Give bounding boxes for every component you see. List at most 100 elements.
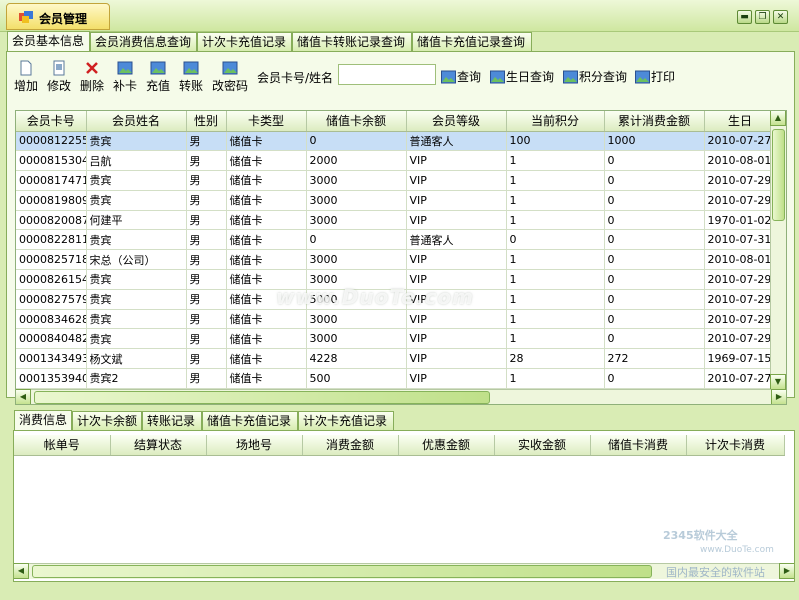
tab-consumption-info[interactable]: 消费信息 — [14, 410, 72, 431]
table-cell: 100 — [506, 131, 605, 152]
table-cell: 0000840482 — [16, 328, 87, 350]
table-cell: 2010-07-29 — [704, 289, 777, 310]
table-cell: 2010-07-27 — [704, 368, 777, 389]
add-button[interactable]: 增加 — [14, 60, 38, 94]
table-row[interactable]: 0000820087 何建平男储值卡 3000 VIP 1 0 1970-01-02 — [16, 210, 777, 231]
scroll-left-arrow[interactable]: ◀ — [16, 389, 31, 404]
birthday-query-button[interactable]: 生日查询 — [490, 68, 554, 85]
consumption-table[interactable]: 帐单号 结算状态 场地号 消费金额 优惠金额 实收金额 储值卡消费 计次卡消费 … — [13, 430, 795, 582]
restore-button[interactable]: ❐ — [755, 10, 770, 24]
table-cell: 2010-07-27 — [704, 131, 777, 152]
column-header[interactable]: 消费金额 — [302, 435, 399, 456]
column-header[interactable]: 性别 — [186, 111, 227, 132]
points-query-button[interactable]: 积分查询 — [563, 68, 627, 85]
scroll-left-arrow[interactable]: ◀ — [14, 563, 29, 579]
table-row[interactable]: 0000834628 贵宾男储值卡 3000 VIP 1 0 2010-07-29 — [16, 309, 777, 330]
tab-count-card-balance[interactable]: 计次卡余额 — [72, 411, 142, 431]
table-cell: 男 — [186, 328, 227, 350]
table-cell: 储值卡 — [226, 368, 307, 389]
scroll-up-arrow[interactable]: ▲ — [770, 111, 786, 126]
table-cell: 男 — [186, 190, 227, 211]
tab-stored-card-recharge[interactable]: 储值卡充值记录 — [202, 411, 298, 431]
members-horizontal-scrollbar[interactable]: ◀ ▶ — [16, 389, 786, 404]
members-table[interactable]: 会员卡号 会员姓名 性别 卡类型 储值卡余额 会员等级 当前积分 累计消费金额 … — [15, 110, 787, 405]
close-button[interactable]: ✕ — [773, 10, 788, 24]
table-row[interactable]: 0000840482 贵宾男储值卡 3000 VIP 1 0 2010-07-29 — [16, 328, 777, 350]
picture-icon — [490, 70, 505, 84]
picture-icon — [117, 61, 133, 75]
table-row[interactable]: 0000822811 贵宾男储值卡 0 普通客人 0 0 2010-07-31 — [16, 229, 777, 251]
tab-count-card-recharge[interactable]: 计次卡充值记录 — [197, 32, 292, 52]
column-header[interactable]: 会员姓名 — [86, 111, 187, 132]
scroll-down-arrow[interactable]: ▼ — [770, 374, 786, 390]
picture-icon — [563, 70, 578, 84]
column-header[interactable]: 结算状态 — [110, 435, 207, 456]
table-cell: 贵宾 — [86, 269, 187, 290]
table-row[interactable]: 0000812255 贵宾男储值卡 0 普通客人 100 1000 2010-07-27 — [16, 131, 777, 152]
table-cell: 储值卡 — [226, 170, 307, 191]
column-header[interactable]: 场地号 — [206, 435, 303, 456]
app-title-tab: 会员管理 — [6, 3, 110, 30]
tab-count-card-recharge-records[interactable]: 计次卡充值记录 — [298, 411, 394, 431]
scroll-thumb[interactable] — [32, 565, 652, 578]
change-password-button[interactable]: 改密码 — [212, 60, 248, 94]
tab-consumption-query[interactable]: 会员消费信息查询 — [90, 32, 197, 52]
query-button[interactable]: 查询 — [441, 68, 481, 85]
member-info-panel: 增加 修改 删除 补卡 充值 转账 改密码 会员卡号/姓名 查询 生日查询 积分… — [6, 51, 795, 405]
edit-button[interactable]: 修改 — [47, 60, 71, 94]
column-header[interactable]: 储值卡消费 — [590, 435, 687, 456]
reissue-card-button[interactable]: 补卡 — [113, 60, 137, 94]
table-row[interactable]: 0001343493 杨文斌男储值卡 4228 VIP 28 272 1969-07-15 — [16, 348, 777, 370]
table-cell: 0 — [604, 289, 705, 310]
column-header[interactable]: 优惠金额 — [398, 435, 495, 456]
scroll-right-arrow[interactable]: ▶ — [771, 389, 786, 404]
tab-transfer-query[interactable]: 储值卡转账记录查询 — [292, 32, 412, 52]
table-cell: 0 — [604, 328, 705, 350]
transfer-button[interactable]: 转账 — [179, 60, 203, 94]
scroll-thumb[interactable] — [34, 391, 490, 404]
tab-transfer-records[interactable]: 转账记录 — [142, 411, 202, 431]
delete-x-icon — [86, 62, 98, 74]
watermark-text: www.DuoTe.com — [276, 285, 474, 309]
column-header[interactable]: 会员卡号 — [16, 111, 87, 132]
table-cell: VIP — [406, 150, 507, 172]
table-cell: 男 — [186, 269, 227, 290]
table-row[interactable]: 0000819809 贵宾男储值卡 3000 VIP 1 0 2010-07-29 — [16, 190, 777, 211]
table-cell: VIP — [406, 368, 507, 389]
table-cell: 2010-08-01 — [704, 150, 777, 172]
table-cell: 1 — [506, 190, 605, 211]
table-cell: 储值卡 — [226, 131, 307, 152]
column-header[interactable]: 储值卡余额 — [306, 111, 407, 132]
members-vertical-scrollbar[interactable]: ▲ ▼ — [770, 111, 786, 390]
column-header[interactable]: 会员等级 — [406, 111, 507, 132]
table-cell: 1000 — [604, 131, 705, 152]
table-row[interactable]: 0000815304 吕航男储值卡 2000 VIP 1 0 2010-08-01 — [16, 150, 777, 172]
recharge-button[interactable]: 充值 — [146, 60, 170, 94]
table-cell: 0 — [604, 190, 705, 211]
table-row[interactable]: 0001353940 贵宾2 男储值卡 500 VIP 1 0 2010-07-27 — [16, 368, 777, 389]
column-header[interactable]: 帐单号 — [14, 435, 111, 456]
scroll-thumb[interactable] — [772, 129, 785, 221]
picture-icon — [441, 70, 456, 84]
table-cell: 贵宾2 — [86, 368, 187, 389]
column-header[interactable]: 当前积分 — [506, 111, 605, 132]
watermark-brand: 2345软件大全 — [663, 529, 738, 542]
edit-icon — [53, 60, 65, 76]
delete-button[interactable]: 删除 — [80, 60, 104, 94]
table-cell: 3000 — [306, 309, 407, 330]
column-header[interactable]: 生日 — [704, 111, 777, 132]
scroll-right-arrow[interactable]: ▶ — [779, 563, 794, 579]
minimize-button[interactable]: ▬ — [737, 10, 752, 24]
table-cell: 1 — [506, 328, 605, 350]
print-button[interactable]: 打印 — [635, 68, 675, 85]
column-header[interactable]: 累计消费金额 — [604, 111, 705, 132]
column-header[interactable]: 计次卡消费 — [686, 435, 785, 456]
table-row[interactable]: 0000817471 贵宾男储值卡 3000 VIP 1 0 2010-07-29 — [16, 170, 777, 191]
table-row[interactable]: 0000825718 宋总（公司）男储值卡 3000 VIP 1 0 2010-08-01 — [16, 249, 777, 271]
tab-member-info[interactable]: 会员基本信息 — [7, 31, 90, 52]
column-header[interactable]: 卡类型 — [226, 111, 307, 132]
tab-recharge-query[interactable]: 储值卡充值记录查询 — [412, 32, 532, 52]
search-input[interactable] — [338, 64, 436, 85]
column-header[interactable]: 实收金额 — [494, 435, 591, 456]
table-cell: 1970-01-02 — [704, 210, 777, 231]
